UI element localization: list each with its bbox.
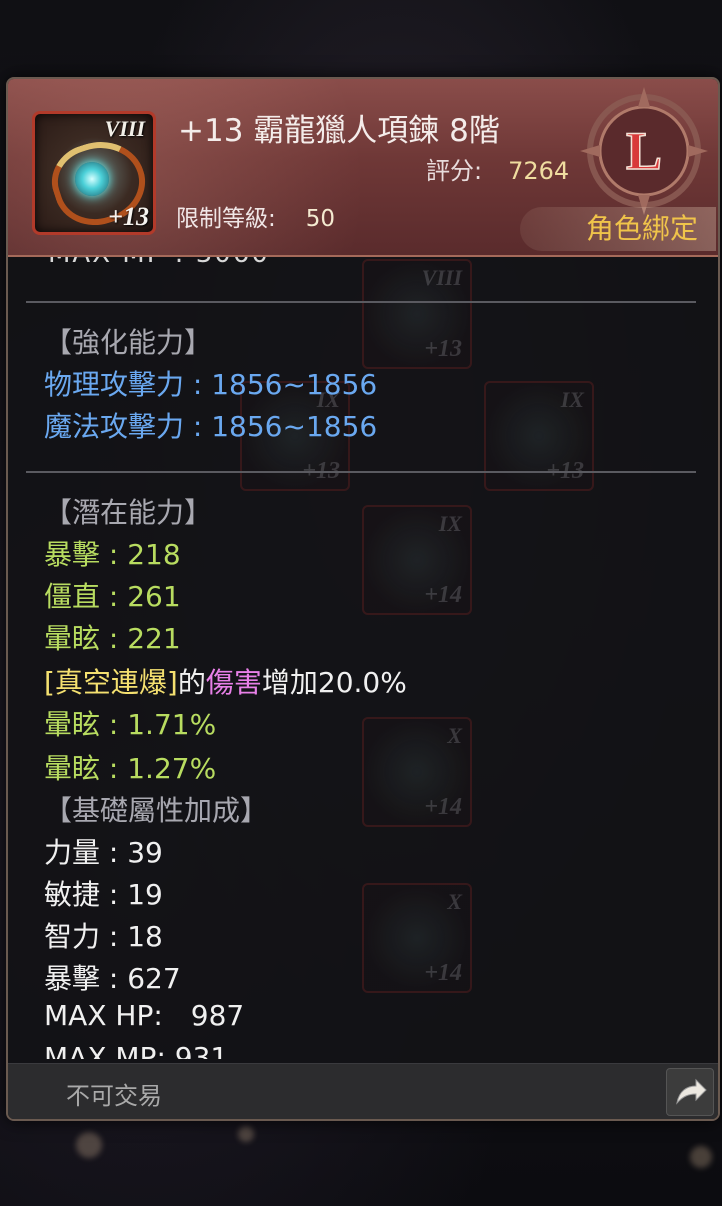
enhance-stat-line: 魔法攻擊力 : 1856~1856 (44, 410, 378, 443)
item-rank-label: VIII (104, 116, 145, 141)
score-label: 評分: (426, 157, 483, 185)
emblem-letter: L (626, 121, 662, 181)
base-stat-line: 暴擊 : 627 (44, 962, 181, 995)
section-divider (26, 471, 696, 473)
skill-connector: 的 (177, 666, 206, 699)
base-section-header: 【基礎屬性加成】 (44, 794, 269, 827)
skill-damage-line: [真空連爆]的傷害增加20.0% (44, 661, 407, 701)
background-glow-dot (238, 1126, 254, 1142)
potential-stat-line: 暈眩 : 1.71% (44, 708, 217, 741)
base-stat-hp: MAX HP: 987 (44, 999, 244, 1032)
item-score: 評分: 7264 (426, 151, 569, 186)
share-arrow-icon (676, 1078, 707, 1105)
level-label: 限制等級: (176, 206, 276, 232)
score-value: 7264 (508, 157, 570, 185)
base-stat-line: 力量 : 39 (44, 836, 163, 869)
item-footer: 不可交易 (8, 1063, 718, 1119)
base-stat-line: 敏捷 : 19 (44, 878, 163, 911)
share-button[interactable] (666, 1068, 714, 1116)
background-glow-dot (690, 1146, 712, 1168)
item-enhance-label: +13 (108, 202, 149, 231)
potential-stat-line: 僵直 : 261 (44, 580, 181, 613)
background-glow-dot (76, 1132, 102, 1158)
item-header: VIII +13 +13 霸龍獵人項鍊 8階 評分: 7264 限制等級: 50 L… (8, 79, 718, 257)
item-stats-scroll-area[interactable]: MAX MP : 3060 【強化能力】 物理攻擊力 : 1856~1856 魔… (8, 257, 718, 1059)
base-stat-mp-partial: MAX MP: 931 (44, 1041, 229, 1059)
hp-value: 987 (190, 999, 245, 1032)
section-divider (26, 301, 696, 303)
potential-stat-line: 暴擊 : 218 (44, 538, 181, 571)
gem-shape (75, 162, 109, 196)
item-tooltip-panel: VIII +13 IX +13 IX +13 IX +14 X +14 X +1… (6, 77, 720, 1121)
enhance-stat-line: 物理攻擊力 : 1856~1856 (44, 368, 378, 401)
partial-text-line: MAX MP : 3060 (48, 257, 270, 269)
legendary-grade-emblem-icon: L (580, 87, 708, 215)
skill-bonus: 增加20.0% (261, 666, 407, 699)
hp-label: MAX HP: (44, 999, 163, 1032)
potential-stat-line: 暈眩 : 221 (44, 622, 181, 655)
character-bind-badge: 角色綁定 (520, 207, 716, 251)
item-title: +13 霸龍獵人項鍊 8階 (178, 113, 500, 149)
necklace-item-icon: VIII +13 (32, 111, 156, 235)
untradeable-label: 不可交易 (66, 1082, 162, 1110)
skill-name: [真空連爆] (44, 666, 178, 699)
potential-section-header: 【潛在能力】 (44, 496, 213, 529)
item-level-requirement: 限制等級: 50 (176, 199, 335, 233)
level-value: 50 (305, 206, 336, 232)
enhance-section-header: 【強化能力】 (44, 326, 213, 359)
potential-stat-line: 暈眩 : 1.27% (44, 752, 217, 785)
skill-keyword: 傷害 (205, 666, 262, 699)
base-stat-line: 智力 : 18 (44, 920, 163, 953)
